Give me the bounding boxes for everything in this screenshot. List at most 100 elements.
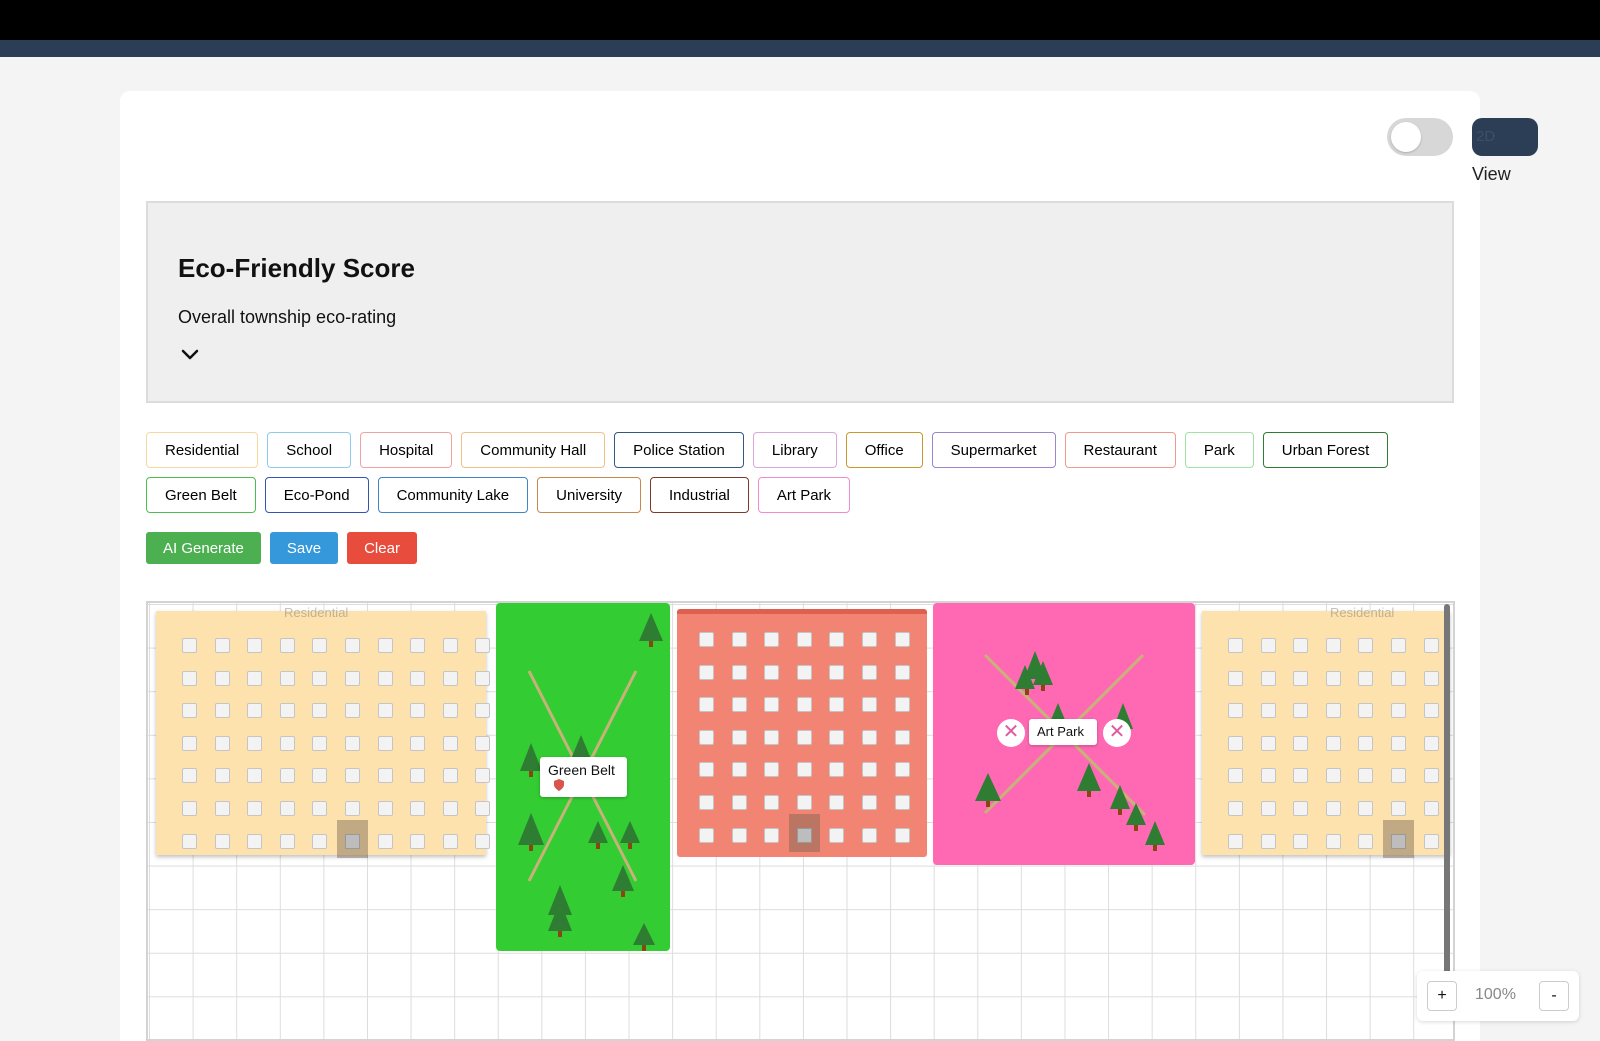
window	[1260, 768, 1276, 784]
palette-chip-urban-forest[interactable]: Urban Forest	[1262, 432, 1389, 468]
window	[442, 703, 458, 719]
window	[796, 632, 812, 647]
window	[377, 833, 393, 849]
window	[1391, 801, 1406, 816]
window	[442, 670, 458, 686]
window	[1391, 638, 1406, 653]
window	[1293, 833, 1309, 849]
palette-chip-university[interactable]: University	[537, 477, 641, 513]
palette-chip-green-belt[interactable]: Green Belt	[146, 477, 256, 513]
window	[894, 632, 910, 647]
window	[1391, 768, 1406, 784]
window	[1293, 638, 1309, 653]
window	[279, 638, 295, 653]
window	[1260, 638, 1276, 653]
window	[247, 638, 263, 653]
palette-chip-supermarket[interactable]: Supermarket	[931, 432, 1056, 468]
view-toggle[interactable]	[1387, 118, 1453, 156]
close-icon[interactable]: ✕	[1103, 719, 1131, 747]
palette-chip-hospital[interactable]: Hospital	[360, 432, 453, 468]
palette-chip-library[interactable]: Library	[752, 432, 837, 468]
window	[214, 638, 230, 653]
window	[345, 768, 360, 784]
township-canvas[interactable]: Residential Green Belt ✕ Art Park ✕ Resi…	[146, 601, 1455, 1041]
window	[1391, 703, 1406, 719]
window	[279, 833, 295, 849]
palette-chip-residential[interactable]: Residential	[146, 432, 259, 468]
window	[279, 801, 295, 816]
window	[182, 801, 197, 816]
building-label: Residential	[1330, 605, 1395, 620]
window	[1228, 768, 1243, 784]
window	[410, 768, 426, 784]
residential-building[interactable]: Residential	[156, 605, 491, 858]
window	[279, 670, 295, 686]
window	[731, 795, 747, 810]
art-park-zone[interactable]: ✕ Art Park ✕	[933, 603, 1195, 865]
green-belt-zone[interactable]: Green Belt	[496, 603, 670, 951]
ai-generate-button[interactable]: AI Generate	[146, 532, 261, 564]
palette-chip-police-station[interactable]: Police Station	[614, 432, 744, 468]
palette-chip-park[interactable]: Park	[1184, 432, 1254, 468]
canvas-scrollbar[interactable]	[1444, 604, 1450, 976]
zoom-out-button[interactable]: -	[1539, 981, 1569, 1011]
window	[377, 768, 393, 784]
window	[247, 703, 263, 719]
window	[764, 664, 780, 680]
window	[862, 697, 877, 713]
window	[731, 632, 747, 647]
close-icon[interactable]: ✕	[997, 719, 1025, 747]
window	[862, 632, 877, 647]
window	[764, 697, 780, 713]
window	[1260, 833, 1276, 849]
chevron-down-icon[interactable]	[178, 343, 202, 367]
window	[1423, 735, 1439, 751]
eco-score-title: Eco-Friendly Score	[178, 253, 415, 283]
window	[731, 827, 747, 843]
window	[312, 768, 328, 784]
save-button[interactable]: Save	[269, 532, 339, 564]
palette-chip-community-hall[interactable]: Community Hall	[461, 432, 606, 468]
window	[214, 801, 230, 816]
view-mode-pill[interactable]: 2D	[1472, 118, 1538, 156]
window	[862, 827, 877, 843]
window	[1325, 768, 1341, 784]
window	[312, 801, 328, 816]
window	[1423, 833, 1439, 849]
window	[345, 638, 360, 653]
palette-chip-eco-pond[interactable]: Eco-Pond	[264, 477, 369, 513]
window	[731, 664, 747, 680]
window	[796, 762, 812, 778]
window	[1260, 801, 1276, 816]
window	[731, 697, 747, 713]
window	[442, 801, 458, 816]
window	[862, 795, 877, 810]
palette-chip-office[interactable]: Office	[845, 432, 923, 468]
action-bar: AI Generate Save Clear	[146, 532, 417, 564]
window	[764, 795, 780, 810]
clear-button[interactable]: Clear	[347, 532, 417, 564]
palette-chip-restaurant[interactable]: Restaurant	[1064, 432, 1176, 468]
window	[410, 670, 426, 686]
hospital-building[interactable]	[677, 609, 927, 857]
palette-chip-art-park[interactable]: Art Park	[757, 477, 851, 513]
eco-score-panel: Eco-Friendly Score Overall township eco-…	[146, 201, 1454, 403]
palette-chip-industrial[interactable]: Industrial	[650, 477, 749, 513]
zoom-in-button[interactable]: +	[1427, 981, 1457, 1011]
window	[894, 795, 910, 810]
palette-chip-community-lake[interactable]: Community Lake	[377, 477, 529, 513]
green-belt-label: Green Belt	[548, 762, 615, 778]
window	[345, 735, 360, 751]
window	[182, 833, 197, 849]
window	[1391, 735, 1406, 751]
window	[312, 833, 328, 849]
residential-building[interactable]: Residential	[1202, 605, 1450, 858]
window	[1293, 670, 1309, 686]
window	[475, 703, 491, 719]
window	[796, 827, 812, 843]
window	[475, 833, 491, 849]
palette-chip-school[interactable]: School	[267, 432, 352, 468]
zoom-level: 100%	[1475, 986, 1516, 1003]
window	[1228, 833, 1243, 849]
window	[214, 703, 230, 719]
